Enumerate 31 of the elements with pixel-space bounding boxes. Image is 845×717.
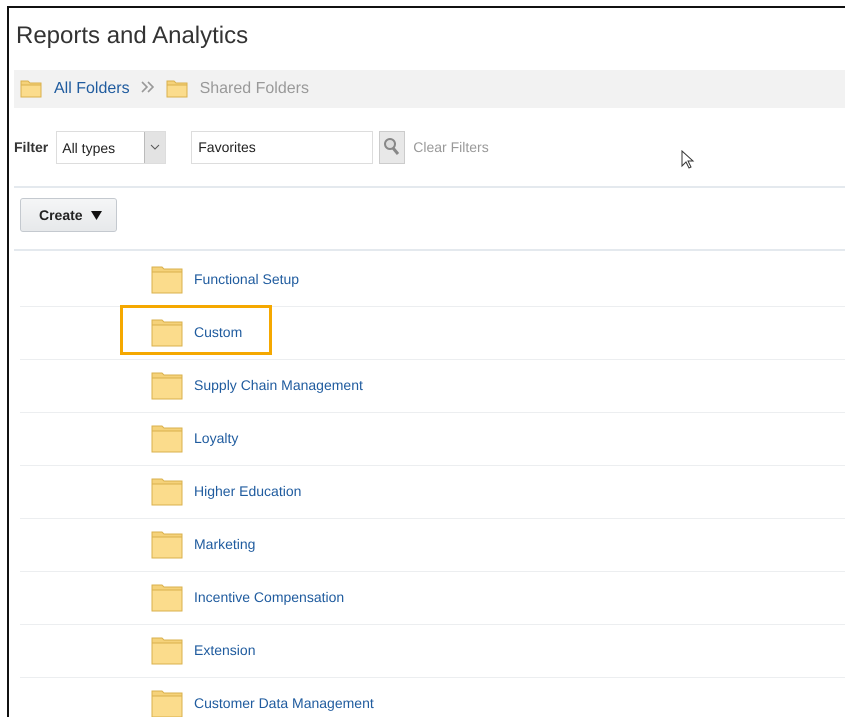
search-button[interactable]: [379, 130, 406, 164]
folder-icon: [20, 80, 42, 98]
folder-icon: [151, 423, 183, 453]
caret-icon: [90, 210, 102, 220]
page-title: Reports and Analytics: [16, 22, 250, 50]
caret-icon: [150, 144, 160, 150]
folder-icon: [151, 476, 183, 506]
folder-link[interactable]: Functional Setup: [194, 271, 300, 287]
folder-icon: [151, 688, 183, 717]
folder-link[interactable]: Incentive Compensation: [194, 589, 344, 605]
folder-icon: [151, 529, 183, 559]
folder-link[interactable]: Marketing: [194, 536, 256, 552]
folder-link[interactable]: Supply Chain Management: [194, 377, 363, 393]
folder-link[interactable]: Higher Education: [194, 483, 302, 499]
folder-icon: [151, 317, 183, 347]
create-button[interactable]: Create: [20, 198, 117, 232]
folder-icon: [151, 635, 183, 665]
folder-link[interactable]: Loyalty: [194, 430, 238, 446]
filter-label: Filter: [14, 139, 48, 155]
folder-icon: [151, 370, 183, 400]
folder-icon: [151, 582, 183, 612]
folder-link[interactable]: Extension: [194, 642, 256, 658]
search-field[interactable]: Favorites: [191, 130, 374, 164]
search-icon: [383, 137, 402, 157]
folder-icon: [166, 80, 188, 98]
cursor-icon: [681, 150, 695, 170]
folder-icon: [151, 264, 183, 294]
folder-link[interactable]: Customer Data Management: [194, 695, 374, 711]
type-select[interactable]: All types: [56, 130, 166, 164]
folder-link[interactable]: Custom: [194, 324, 242, 340]
breadcrumb-link[interactable]: All Folders: [54, 80, 130, 98]
